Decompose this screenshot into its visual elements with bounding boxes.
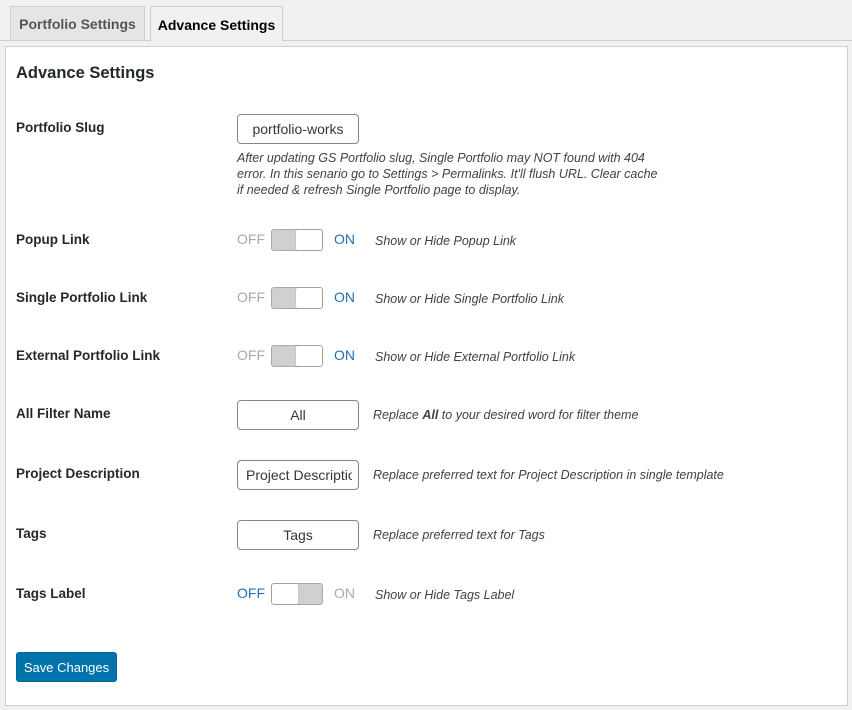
single-link-on-label: ON [334, 289, 355, 305]
external-portfolio-link-toggle: OFF ON [237, 345, 367, 367]
switch-knob [296, 288, 322, 308]
external-link-on-label: ON [334, 347, 355, 363]
external-portfolio-link-label: External Portfolio Link [16, 348, 161, 363]
popup-link-off-label: OFF [237, 231, 265, 247]
help-bold: All [422, 408, 439, 422]
popup-link-label: Popup Link [16, 232, 90, 247]
tags-label-on-label: ON [334, 585, 355, 601]
single-portfolio-link-toggle: OFF ON [237, 287, 367, 309]
single-portfolio-link-switch[interactable] [271, 287, 323, 309]
all-filter-name-label: All Filter Name [16, 406, 111, 421]
project-description-input[interactable] [237, 460, 359, 490]
tags-label-help: Show or Hide Tags Label [375, 588, 515, 602]
tags-label: Tags [16, 526, 47, 541]
all-filter-name-help: Replace All to your desired word for fil… [373, 408, 638, 422]
help-suffix: to your desired word for filter theme [438, 408, 639, 422]
switch-knob [272, 584, 298, 604]
portfolio-slug-help: After updating GS Portfolio slug, Single… [237, 151, 658, 197]
settings-tabs: Portfolio Settings Advance Settings [0, 0, 852, 42]
save-changes-button[interactable]: Save Changes [16, 652, 117, 682]
tags-label-off-label: OFF [237, 585, 265, 601]
single-portfolio-link-label: Single Portfolio Link [16, 290, 148, 305]
popup-link-toggle: OFF ON [237, 229, 367, 251]
popup-link-switch[interactable] [271, 229, 323, 251]
tags-label-toggle: OFF ON [237, 583, 367, 605]
external-link-off-label: OFF [237, 347, 265, 363]
project-description-label: Project Description [16, 466, 140, 481]
tags-label-label: Tags Label [16, 586, 86, 601]
portfolio-slug-input[interactable] [237, 114, 359, 144]
single-portfolio-link-help: Show or Hide Single Portfolio Link [375, 292, 564, 306]
tags-help: Replace preferred text for Tags [373, 528, 545, 542]
switch-knob [296, 346, 322, 366]
tags-input[interactable] [237, 520, 359, 550]
help-prefix: Replace [373, 408, 423, 422]
project-description-help: Replace preferred text for Project Descr… [373, 468, 724, 482]
tab-portfolio-settings[interactable]: Portfolio Settings [10, 6, 145, 40]
tags-label-switch[interactable] [271, 583, 323, 605]
popup-link-on-label: ON [334, 231, 355, 247]
settings-panel: Advance Settings Portfolio Slug After up… [5, 46, 848, 706]
portfolio-slug-label: Portfolio Slug [16, 120, 105, 135]
single-link-off-label: OFF [237, 289, 265, 305]
panel-title: Advance Settings [16, 64, 155, 82]
all-filter-name-input[interactable] [237, 400, 359, 430]
tab-advance-settings[interactable]: Advance Settings [150, 6, 283, 42]
external-portfolio-link-help: Show or Hide External Portfolio Link [375, 350, 576, 364]
external-portfolio-link-switch[interactable] [271, 345, 323, 367]
switch-knob [296, 230, 322, 250]
popup-link-help: Show or Hide Popup Link [375, 234, 517, 248]
